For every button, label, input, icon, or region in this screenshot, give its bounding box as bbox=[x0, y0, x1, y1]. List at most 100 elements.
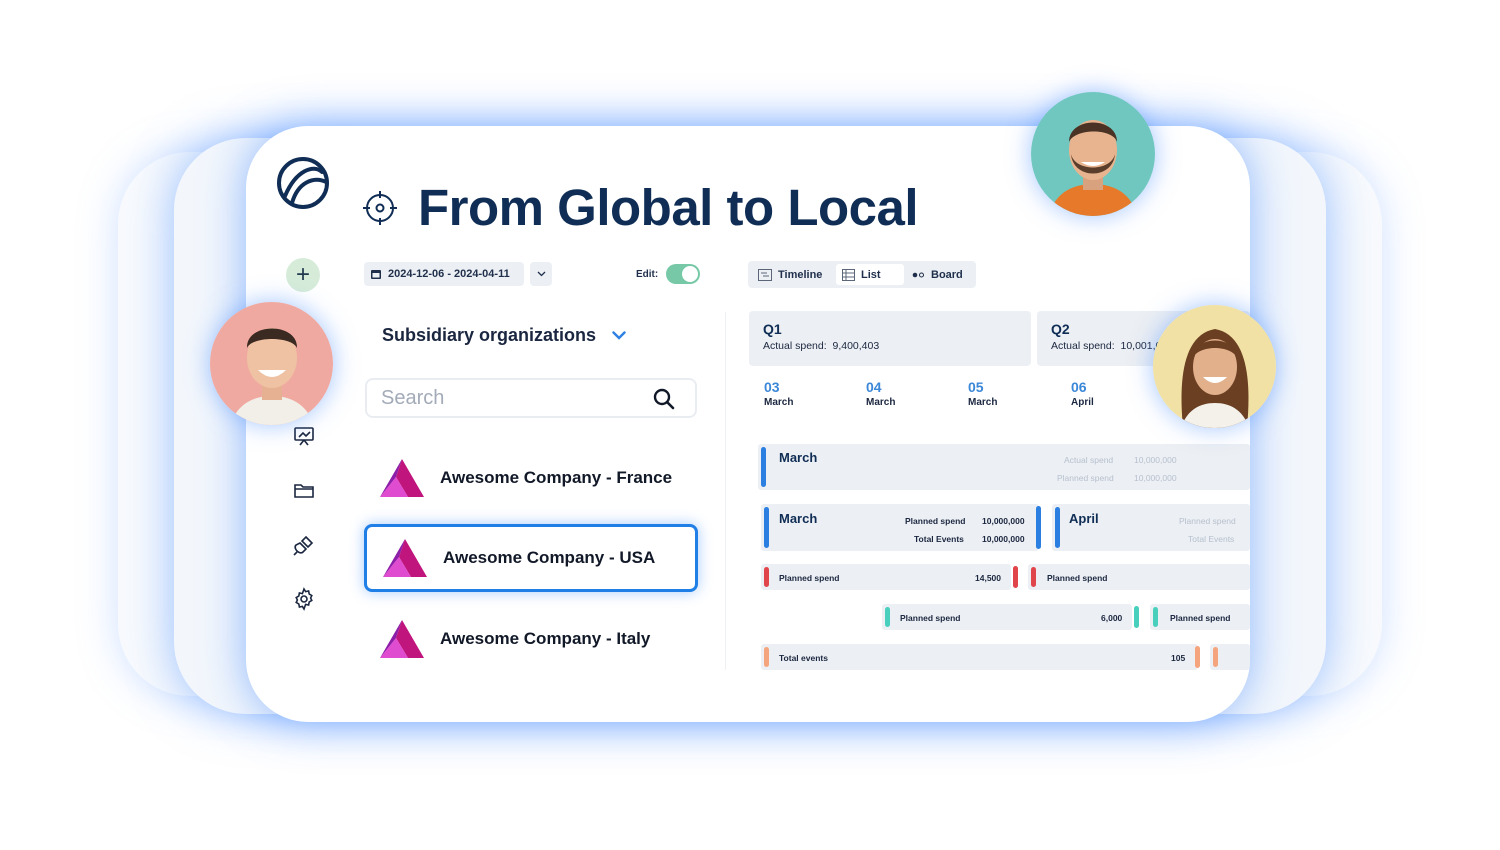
date-range-picker[interactable]: 2024-12-06 - 2024-04-11 bbox=[364, 262, 524, 286]
toggle-knob bbox=[682, 266, 698, 282]
timeline-row-planned-14500[interactable]: Planned spend 14,500 bbox=[761, 564, 1011, 590]
tab-board[interactable]: Board bbox=[906, 264, 974, 285]
list-item-company-france[interactable]: Awesome Company - France bbox=[364, 444, 698, 512]
total-events-label: Total Events bbox=[1188, 534, 1235, 544]
tab-list[interactable]: List bbox=[836, 264, 904, 285]
company-name: Awesome Company - Italy bbox=[440, 629, 651, 648]
timeline-row-march-planned[interactable]: March Planned spend 10,000,000 Total Eve… bbox=[761, 504, 1039, 551]
board-icon bbox=[912, 272, 924, 277]
chevron-down-icon bbox=[612, 331, 626, 340]
plus-icon: + bbox=[295, 261, 310, 288]
search-box bbox=[365, 378, 697, 418]
quarter-spend: Actual spend: 10,001,0 bbox=[1051, 340, 1161, 352]
week-number: 06 bbox=[1071, 379, 1087, 395]
tab-list-label: List bbox=[861, 268, 881, 281]
row-accent bbox=[1055, 507, 1060, 548]
company-logo-icon bbox=[380, 459, 424, 497]
chevron-down-icon bbox=[537, 271, 545, 277]
actual-spend-value: 10,000,000 bbox=[1134, 455, 1177, 465]
globe-logo-icon bbox=[277, 157, 329, 209]
timeline-row-planned-later[interactable]: Planned spend bbox=[1150, 604, 1250, 630]
tab-timeline[interactable]: Timeline bbox=[752, 264, 836, 285]
panel-divider bbox=[725, 312, 726, 670]
timeline-row-total-events[interactable]: Total events 105 bbox=[761, 644, 1198, 670]
view-switcher: Timeline List Board bbox=[748, 261, 976, 288]
timeline-row-planned-april[interactable]: Planned spend bbox=[1028, 564, 1250, 590]
row-accent bbox=[764, 567, 769, 587]
row-accent bbox=[761, 447, 766, 487]
edit-toggle[interactable] bbox=[666, 264, 700, 284]
list-item-company-italy[interactable]: Awesome Company - Italy bbox=[364, 605, 698, 673]
planned-spend-value: 6,000 bbox=[1101, 613, 1123, 623]
total-events-value: 10,000,000 bbox=[982, 534, 1025, 544]
row-accent bbox=[1031, 567, 1036, 587]
list-icon bbox=[842, 268, 855, 281]
row-accent bbox=[764, 647, 769, 667]
subsidiary-dropdown[interactable]: Subsidiary organizations bbox=[382, 325, 626, 346]
row-title: March bbox=[779, 450, 818, 465]
row-end-accent bbox=[1013, 566, 1018, 588]
week-month: April bbox=[1071, 397, 1094, 408]
planned-spend-value: 10,000,000 bbox=[1134, 473, 1177, 483]
company-name: Awesome Company - France bbox=[440, 468, 673, 487]
page-title: From Global to Local bbox=[418, 179, 919, 236]
timeline-row-total-events-later[interactable] bbox=[1210, 644, 1250, 670]
week-column-03[interactable]: 03 March bbox=[764, 380, 793, 410]
target-icon bbox=[363, 191, 397, 225]
week-month: March bbox=[968, 397, 998, 408]
subsidiary-heading: Subsidiary organizations bbox=[382, 325, 597, 345]
planned-spend-label: Planned spend bbox=[779, 573, 840, 583]
spend-label: Actual spend: bbox=[1051, 340, 1115, 352]
company-logo-icon bbox=[380, 620, 424, 658]
search-icon[interactable] bbox=[653, 388, 675, 410]
avatar-man-smiling bbox=[210, 302, 333, 425]
search-input[interactable] bbox=[381, 386, 641, 410]
tab-timeline-label: Timeline bbox=[778, 268, 823, 281]
avatar-woman-smiling bbox=[1153, 305, 1276, 428]
timeline-row-planned-6000[interactable]: Planned spend 6,000 bbox=[882, 604, 1132, 630]
list-item-company-usa[interactable]: Awesome Company - USA bbox=[364, 524, 698, 592]
edit-label: Edit: bbox=[636, 269, 659, 280]
presentation-icon[interactable] bbox=[292, 424, 316, 448]
week-column-06[interactable]: 06 April bbox=[1071, 380, 1094, 410]
row-accent bbox=[1213, 647, 1218, 667]
week-number: 03 bbox=[764, 379, 780, 395]
timeline-row-march-actual[interactable]: March Actual spend 10,000,000 Planned sp… bbox=[758, 444, 1250, 490]
row-title: March bbox=[779, 511, 818, 526]
row-accent bbox=[764, 507, 769, 548]
quarter-label: Q1 bbox=[763, 321, 782, 337]
planned-spend-label: Planned spend bbox=[1057, 473, 1114, 483]
quarter-card-q1[interactable]: Q1 Actual spend: 9,400,403 bbox=[749, 311, 1031, 366]
planned-spend-label: Planned spend bbox=[1179, 516, 1236, 526]
timeline-row-april[interactable]: April Planned spend Total Events bbox=[1052, 504, 1250, 551]
gear-icon[interactable] bbox=[292, 587, 316, 611]
actual-spend-label: Actual spend bbox=[1064, 455, 1114, 465]
total-events-label: Total Events bbox=[914, 534, 964, 544]
quarter-label: Q2 bbox=[1051, 321, 1070, 337]
timeline-icon bbox=[758, 268, 772, 281]
calendar-icon bbox=[371, 270, 381, 279]
row-end-accent bbox=[1195, 646, 1200, 668]
planned-spend-label: Planned spend bbox=[905, 516, 966, 526]
week-month: March bbox=[764, 397, 794, 408]
planned-spend-value: 10,000,000 bbox=[982, 516, 1025, 526]
avatar-man-bearded bbox=[1031, 92, 1155, 216]
week-month: March bbox=[866, 397, 896, 408]
date-range-dropdown[interactable] bbox=[530, 262, 552, 286]
planned-spend-label: Planned spend bbox=[900, 613, 961, 623]
date-range-text: 2024-12-06 - 2024-04-11 bbox=[388, 268, 510, 280]
tab-board-label: Board bbox=[931, 268, 963, 281]
row-accent bbox=[885, 607, 890, 627]
plug-icon[interactable] bbox=[292, 533, 316, 557]
week-number: 04 bbox=[866, 379, 882, 395]
add-button[interactable]: + bbox=[286, 258, 320, 292]
row-title: April bbox=[1069, 511, 1099, 526]
week-column-05[interactable]: 05 March bbox=[968, 380, 997, 410]
row-accent bbox=[1153, 607, 1158, 627]
week-column-04[interactable]: 04 March bbox=[866, 380, 895, 410]
quarter-spend: Actual spend: 9,400,403 bbox=[763, 340, 879, 352]
folder-icon[interactable] bbox=[292, 478, 316, 502]
week-number: 05 bbox=[968, 379, 984, 395]
company-name: Awesome Company - USA bbox=[443, 548, 656, 567]
total-events-label: Total events bbox=[779, 653, 828, 663]
